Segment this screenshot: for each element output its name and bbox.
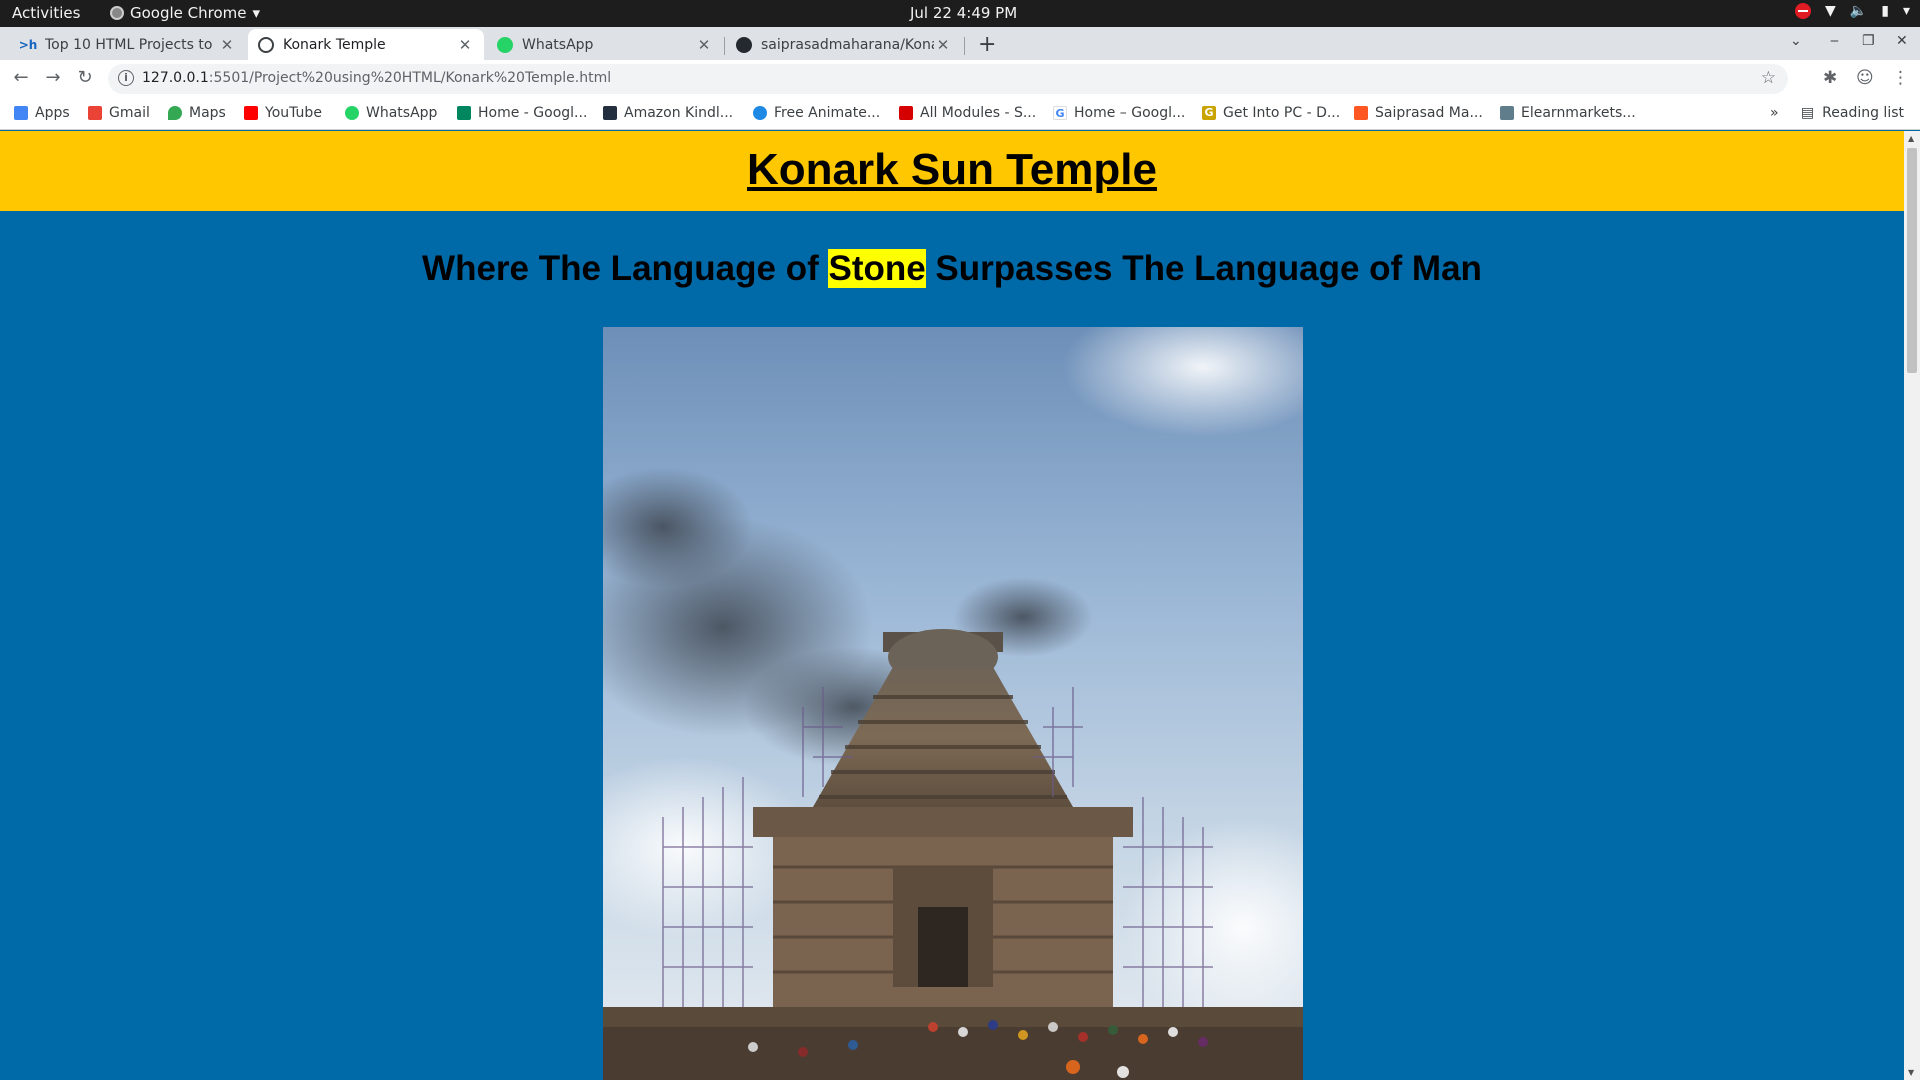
reading-list-icon: ▤	[1800, 105, 1815, 121]
whatsapp-icon	[497, 36, 513, 53]
tab-title: saiprasadmaharana/Kona	[761, 36, 934, 53]
minimize-icon[interactable]: ‒	[1830, 33, 1839, 49]
bookmark-maps[interactable]: Maps	[168, 105, 226, 121]
restore-icon[interactable]: ❐	[1862, 33, 1875, 49]
bookmark-all-modules[interactable]: All Modules - S...	[899, 105, 1036, 121]
url-text[interactable]: 127.0.0.1:5501/Project%20using%20HTML/Ko…	[142, 70, 611, 86]
close-tab-icon[interactable]: ✕	[218, 36, 236, 54]
volume-icon: 🔈	[1849, 3, 1868, 19]
do-not-disturb-icon	[1795, 3, 1812, 19]
scroll-down-arrow-icon[interactable]: ▼	[1908, 1068, 1914, 1077]
close-tab-icon[interactable]: ✕	[695, 36, 713, 54]
tab-separator	[964, 37, 965, 55]
tab-title: Konark Temple	[283, 36, 386, 53]
gmail-icon	[88, 106, 102, 120]
whatsapp-icon	[345, 106, 359, 120]
scroll-up-arrow-icon[interactable]: ▲	[1908, 134, 1914, 143]
close-tab-icon[interactable]: ✕	[934, 36, 952, 54]
page-scrollbar[interactable]: ▲ ▼	[1904, 131, 1920, 1080]
bookmark-google-home[interactable]: G Home – Googl...	[1053, 105, 1185, 121]
bookmarks-bar: Apps Gmail Maps YouTube WhatsApp Home - …	[0, 98, 1920, 130]
getintopc-icon: G	[1202, 106, 1216, 120]
google-g-icon: G	[1053, 106, 1067, 120]
blogger-icon	[1354, 106, 1368, 120]
scrollbar-thumb[interactable]	[1907, 148, 1917, 373]
page-viewport: Konark Sun Temple Where The Language of …	[0, 131, 1904, 1080]
maps-pin-icon	[168, 106, 182, 120]
app-menu[interactable]: Google Chrome ▾	[110, 4, 260, 22]
tab-github-repo[interactable]: saiprasadmaharana/Kona ✕	[726, 29, 962, 60]
tab-separator	[724, 37, 725, 55]
system-top-bar: Activities Google Chrome ▾ Jul 22 4:49 P…	[0, 0, 1920, 27]
bookmark-whatsapp[interactable]: WhatsApp	[345, 105, 437, 121]
extensions-puzzle-icon[interactable]: ✱	[1823, 68, 1837, 88]
bookmark-amazon-kindle[interactable]: Amazon Kindl...	[603, 105, 733, 121]
more-menu-icon[interactable]: ⋮	[1892, 68, 1909, 88]
temple-photo	[603, 327, 1303, 1080]
close-tab-icon[interactable]: ✕	[456, 36, 474, 54]
reading-list-button[interactable]: ▤ Reading list	[1801, 105, 1904, 121]
system-tray[interactable]: ▼ 🔈 ▮ ▾	[1795, 3, 1910, 19]
tab-top-10-html-projects[interactable]: >h Top 10 HTML Projects to E ✕	[10, 29, 246, 60]
github-icon	[736, 36, 752, 53]
page-tagline: Where The Language of Stone Surpasses Th…	[422, 249, 1482, 288]
caret-down-icon: ▾	[1902, 3, 1910, 19]
highlighted-word: Stone	[828, 249, 926, 288]
geeks-favicon-icon: >h	[18, 37, 38, 52]
elearnmarkets-icon	[1500, 106, 1514, 120]
address-bar[interactable]: i 127.0.0.1:5501/Project%20using%20HTML/…	[108, 64, 1788, 94]
more-bookmarks-chevron-icon[interactable]: »	[1770, 105, 1779, 121]
kindle-icon	[603, 106, 617, 120]
youtube-icon	[244, 106, 258, 120]
browser-toolbar: ← → ↻ i 127.0.0.1:5501/Project%20using%2…	[0, 60, 1920, 98]
activities-button[interactable]: Activities	[12, 4, 80, 22]
tab-strip: >h Top 10 HTML Projects to E ✕ Konark Te…	[0, 27, 1920, 60]
page-title: Konark Sun Temple	[747, 145, 1157, 194]
site-info-icon[interactable]: i	[118, 70, 134, 86]
apps-grid-icon	[14, 106, 28, 120]
bookmark-apps[interactable]: Apps	[14, 105, 70, 121]
close-window-icon[interactable]: ✕	[1896, 33, 1908, 49]
tab-whatsapp[interactable]: WhatsApp ✕	[487, 29, 723, 60]
reload-icon[interactable]: ↻	[73, 67, 97, 88]
tab-title: Top 10 HTML Projects to E	[45, 36, 218, 53]
clock[interactable]: Jul 22 4:49 PM	[910, 4, 1017, 22]
caret-down-icon: ▾	[252, 4, 261, 22]
bookmark-get-into-pc[interactable]: G Get Into PC - D...	[1202, 105, 1340, 121]
tab-search-icon[interactable]: ⌄	[1790, 33, 1802, 49]
chrome-icon	[110, 6, 124, 20]
tab-title: WhatsApp	[522, 36, 594, 53]
page-header: Konark Sun Temple	[0, 131, 1904, 211]
bookmark-star-icon[interactable]: ☆	[1761, 68, 1776, 88]
globe-icon	[258, 36, 274, 53]
wifi-icon: ▼	[1825, 3, 1836, 19]
bookmark-saiprasad-blog[interactable]: Saiprasad Ma...	[1354, 105, 1483, 121]
app-name: Google Chrome	[130, 4, 247, 22]
modules-shield-icon	[899, 106, 913, 120]
back-arrow-icon[interactable]: ←	[9, 67, 33, 88]
bookmark-google-play-home[interactable]: Home - Googl...	[457, 105, 587, 121]
profile-avatar-icon[interactable]: ☺	[1856, 68, 1874, 88]
bookmark-youtube[interactable]: YouTube	[244, 105, 322, 121]
battery-icon: ▮	[1881, 3, 1889, 19]
forward-arrow-icon[interactable]: →	[41, 67, 65, 88]
google-play-icon	[457, 106, 471, 120]
bookmark-free-animate[interactable]: Free Animate...	[753, 105, 880, 121]
bookmark-elearnmarkets[interactable]: Elearnmarkets...	[1500, 105, 1636, 121]
bookmark-gmail[interactable]: Gmail	[88, 105, 150, 121]
animate-icon	[753, 106, 767, 120]
tab-konark-temple[interactable]: Konark Temple ✕	[248, 29, 484, 60]
new-tab-button[interactable]: +	[978, 32, 996, 57]
